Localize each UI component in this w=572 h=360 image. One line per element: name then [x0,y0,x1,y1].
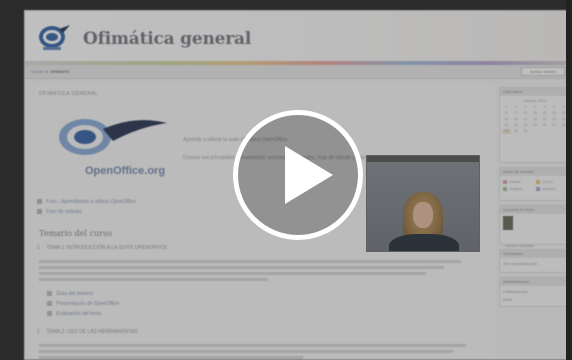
video-stage: Ofimática general Moodle ► OFIMATIC Acti… [0,0,572,360]
play-icon [285,146,333,204]
right-edge-bar [566,0,572,360]
play-button[interactable] [233,110,363,240]
